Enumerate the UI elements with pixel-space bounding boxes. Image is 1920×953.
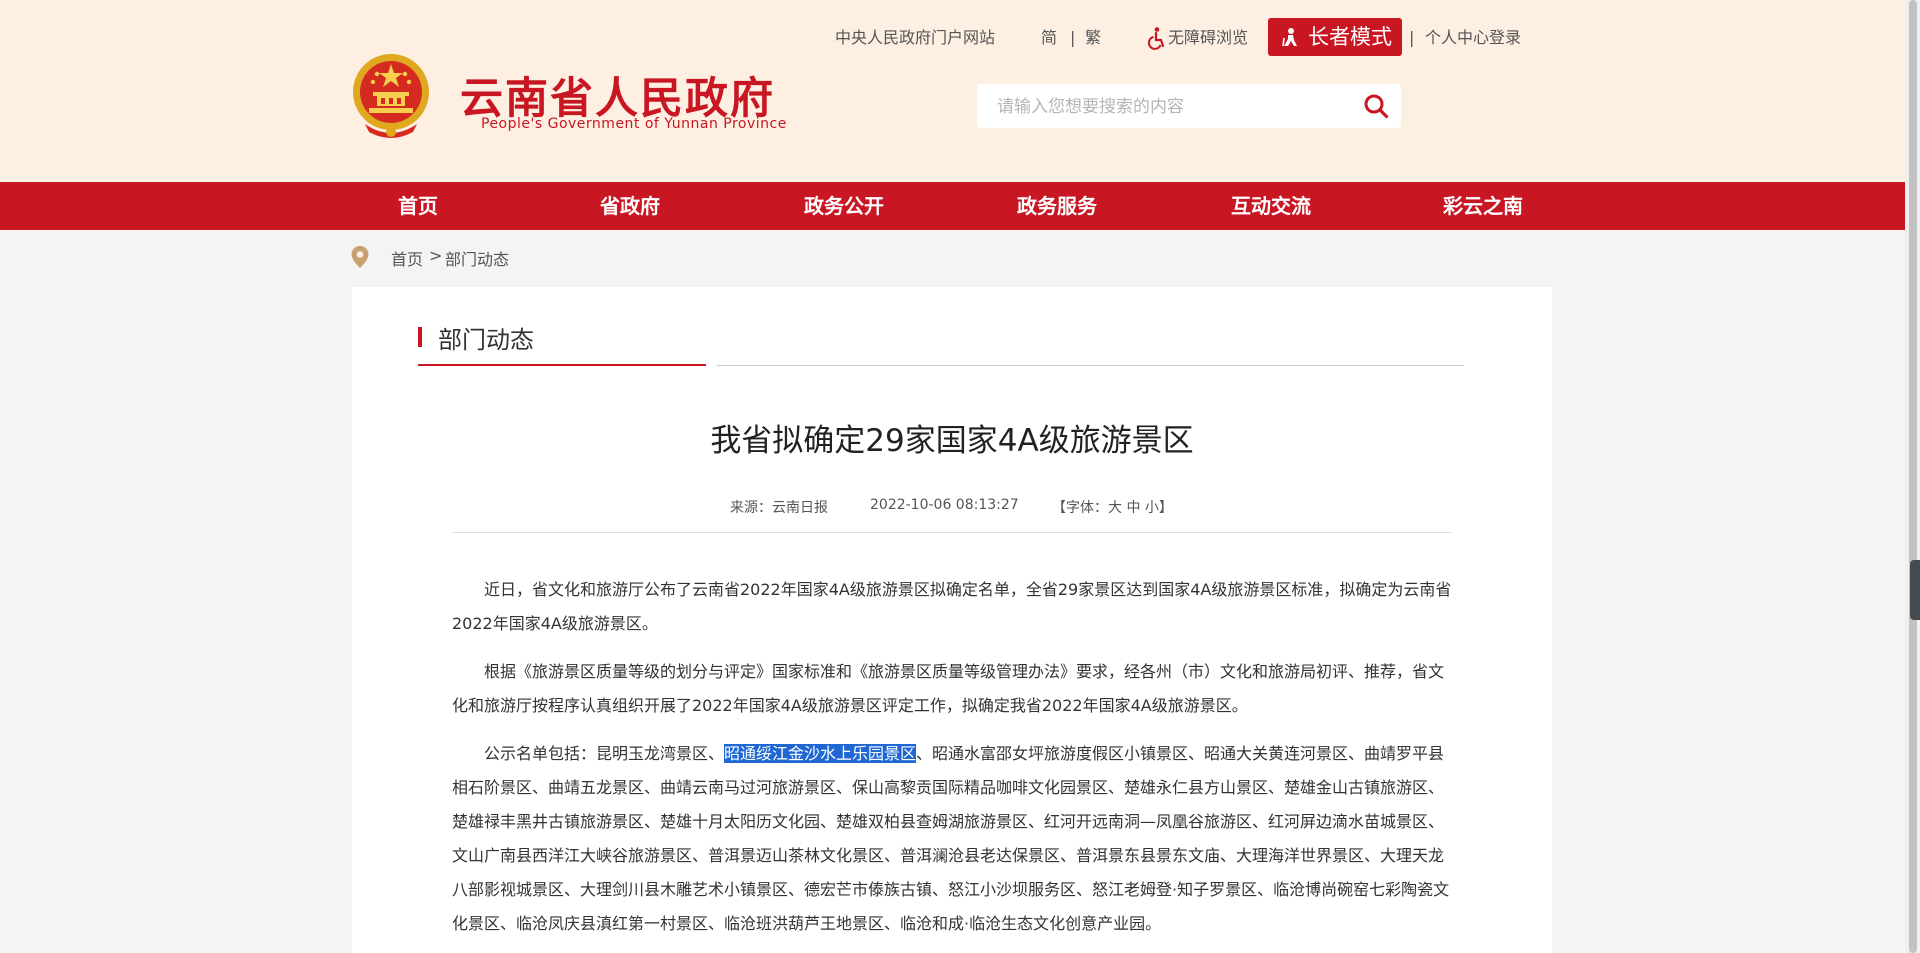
scrollbar-thumb[interactable] [1909, 0, 1917, 953]
breadcrumb-current[interactable]: 部门动态 [445, 246, 509, 270]
search-box [977, 84, 1401, 130]
nav-item-government-affairs[interactable]: 政务公开 [804, 182, 884, 230]
traditional-link[interactable]: 繁 [1085, 26, 1101, 50]
article-source: 来源：云南日报 [730, 500, 828, 516]
accessibility-link[interactable]: 无障碍浏览 [1168, 26, 1248, 50]
article-paragraph: 根据《旅游景区质量等级的划分与评定》国家标准和《旅游景区质量等级管理办法》要求，… [452, 662, 1445, 715]
article-list-paragraph: 公示名单包括：昆明玉龙湾景区、昭通绥江金沙水上乐园景区、昭通水富邵女坪旅游度假区… [452, 737, 1456, 941]
section-underline [418, 364, 706, 366]
article-card: 部门动态 我省拟确定29家国家4A级旅游景区 来源：云南日报 2022-10-0… [352, 287, 1552, 953]
main-nav: 首页 省政府 政务公开 政务服务 互动交流 彩云之南 [0, 182, 1905, 230]
location-pin-icon [351, 246, 369, 268]
nav-item-home[interactable]: 首页 [398, 182, 438, 230]
article-datetime: 2022-10-06 08:13:27 [870, 497, 1019, 513]
search-icon[interactable] [1363, 93, 1389, 119]
site-subtitle: People's Government of Yunnan Province [481, 116, 787, 132]
breadcrumb-separator: > [429, 246, 443, 265]
search-input[interactable] [995, 84, 1339, 130]
nav-item-government-services[interactable]: 政务服务 [1017, 182, 1097, 230]
list-prefix: 公示名单包括：昆明玉龙湾景区、 [484, 744, 725, 763]
separator: | [1409, 28, 1415, 47]
separator: | [1070, 28, 1076, 47]
section-divider [717, 365, 1464, 366]
article-title: 我省拟确定29家国家4A级旅游景区 [710, 423, 1194, 459]
meta-divider [452, 532, 1452, 533]
nav-item-interaction[interactable]: 互动交流 [1231, 182, 1311, 230]
simplified-link[interactable]: 简 [1041, 26, 1057, 50]
central-portal-link[interactable]: 中央人民政府门户网站 [835, 26, 995, 50]
section-marker [418, 327, 422, 347]
nav-item-provincial-government[interactable]: 省政府 [600, 182, 660, 230]
font-size-switch[interactable]: 【字体：大 中 小】 [1052, 497, 1173, 517]
side-widget[interactable] [1910, 560, 1920, 620]
national-emblem-icon[interactable] [351, 52, 431, 140]
nav-item-colorful-yunnan[interactable]: 彩云之南 [1443, 182, 1523, 230]
breadcrumb-home[interactable]: 首页 [391, 246, 423, 270]
accessibility-icon[interactable] [1144, 26, 1168, 57]
article-paragraph: 近日，省文化和旅游厅公布了云南省2022年国家4A级旅游景区拟确定名单，全省29… [452, 580, 1452, 633]
selected-text: 昭通绥江金沙水上乐园景区 [724, 744, 917, 763]
personal-login-link[interactable]: 个人中心登录 [1425, 26, 1521, 50]
elder-icon [1282, 28, 1297, 47]
page-scrollbar[interactable] [1905, 0, 1920, 953]
list-rest: 、昭通水富邵女坪旅游度假区小镇景区、昭通大关黄连河景区、曲靖罗平县相石阶景区、曲… [452, 744, 1450, 933]
section-title: 部门动态 [438, 326, 534, 354]
elder-mode-label: 长者模式 [1308, 25, 1392, 49]
elder-mode-button[interactable]: 长者模式 [1268, 18, 1402, 56]
